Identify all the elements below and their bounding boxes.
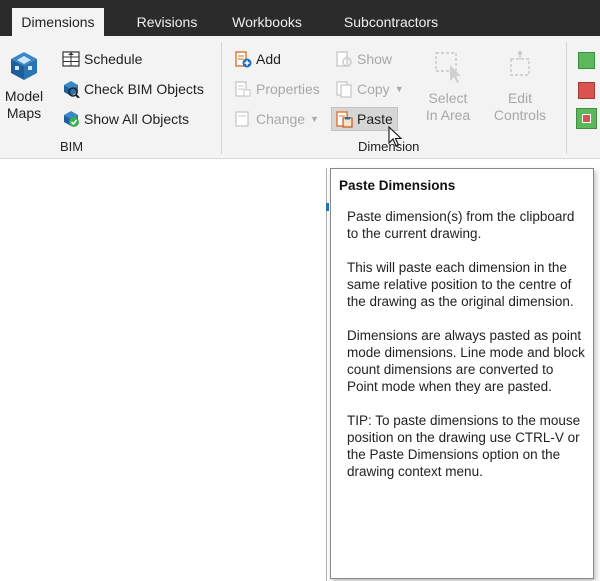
properties-button[interactable]: Properties (234, 78, 320, 100)
properties-icon (235, 81, 251, 97)
schedule-label: Schedule (84, 51, 143, 67)
show-all-objects-button[interactable]: Show All Objects (62, 108, 189, 130)
add-label: Add (256, 51, 281, 67)
add-icon (235, 51, 252, 68)
red-swatch-button[interactable] (578, 82, 595, 99)
chevron-down-icon: ▼ (394, 84, 404, 94)
properties-label: Properties (256, 81, 320, 97)
green-red-swatch-button[interactable] (576, 108, 597, 129)
change-label: Change (256, 111, 306, 127)
edit-controls-icon (510, 51, 530, 76)
tooltip-paragraph: Dimensions are always pasted as point mo… (347, 328, 585, 394)
paste-dimensions-tooltip: Paste Dimensions Paste dimension(s) from… (330, 168, 594, 579)
copy-button[interactable]: Copy ▼ (335, 78, 404, 100)
schedule-icon (62, 51, 80, 67)
model-maps-label-2: Maps (6, 105, 42, 121)
check-bim-objects-button[interactable]: Check BIM Objects (62, 78, 204, 100)
change-button[interactable]: Change ▼ (234, 108, 319, 130)
tooltip-paragraph: This will paste each dimension in the sa… (347, 260, 574, 309)
tooltip-title: Paste Dimensions (339, 178, 456, 193)
edit-controls-label-2: Controls (493, 107, 547, 123)
select-area-icon (435, 52, 461, 83)
canvas-divider (326, 168, 327, 581)
copy-label: Copy (357, 81, 390, 97)
group-separator (221, 42, 222, 154)
show-button[interactable]: Show (335, 48, 392, 70)
green-swatch-button[interactable] (578, 52, 595, 69)
paste-icon (336, 111, 353, 128)
tab-workbooks[interactable]: Workbooks (222, 8, 312, 36)
bim-group-label: BIM (60, 139, 84, 154)
tab-subcontractors[interactable]: Subcontractors (330, 8, 452, 36)
ribbon-tab-bar: Dimensions Revisions Workbooks Subcontra… (0, 0, 600, 36)
check-bim-label: Check BIM Objects (84, 81, 204, 97)
select-in-area-label-2: In Area (425, 107, 471, 123)
group-separator (566, 42, 567, 154)
schedule-button[interactable]: Schedule (62, 48, 142, 70)
show-label: Show (357, 51, 393, 67)
red-dot-icon (582, 114, 591, 123)
model-maps-icon (11, 52, 37, 80)
select-in-area-button[interactable]: Select In Area (420, 50, 476, 124)
tooltip-paragraph: TIP: To paste dimensions to the mouse po… (347, 413, 581, 479)
paste-label: Paste (357, 111, 393, 127)
edit-controls-button[interactable]: Edit Controls (488, 50, 552, 124)
show-all-icon (64, 111, 79, 127)
chevron-down-icon: ▼ (310, 114, 319, 124)
ribbon-panel: Model Maps Schedule Check BIM Objects Sh… (0, 36, 600, 159)
dimension-group-label: Dimension (358, 139, 420, 154)
add-dimension-button[interactable]: Add (234, 48, 281, 70)
copy-icon (336, 81, 352, 98)
select-in-area-label-1: Select (428, 90, 468, 106)
tooltip-body: Paste dimension(s) from the clipboard to… (347, 208, 587, 497)
show-icon (336, 51, 352, 67)
model-maps-button[interactable]: Model Maps (2, 50, 46, 122)
edit-controls-label-1: Edit (507, 90, 533, 106)
check-bim-icon (64, 81, 80, 98)
show-all-label: Show All Objects (84, 111, 190, 127)
tab-revisions[interactable]: Revisions (124, 8, 210, 36)
model-maps-label-1: Model (4, 88, 44, 104)
tooltip-paragraph: Paste dimension(s) from the clipboard to… (347, 209, 575, 241)
change-icon (235, 111, 249, 127)
canvas-marker (326, 203, 329, 211)
tab-dimensions[interactable]: Dimensions (12, 8, 104, 36)
